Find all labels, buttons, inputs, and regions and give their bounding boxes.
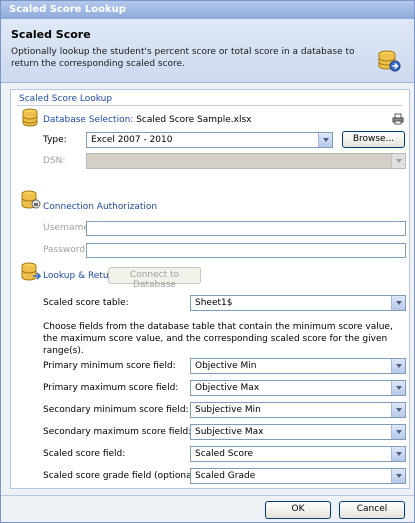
browse-button[interactable]: Browse... [342, 131, 405, 148]
connection-authorization-icon [21, 190, 41, 213]
secondary-maximum-score-label: Secondary maximum score field: [43, 427, 192, 437]
chevron-down-icon[interactable] [391, 425, 405, 439]
chevron-down-icon[interactable] [391, 381, 405, 395]
scaled-score-field-select[interactable]: Scaled Score [190, 446, 406, 462]
ok-button[interactable]: OK [265, 501, 331, 519]
database-icon [377, 49, 401, 76]
type-select[interactable]: Excel 2007 - 2010 [86, 132, 333, 148]
primary-minimum-score-label: Primary minimum score field: [43, 361, 176, 371]
scaled-score-table-label: Scaled score table: [43, 298, 129, 308]
scaled-score-grade-select[interactable]: Scaled Grade [190, 468, 406, 484]
panel-title: Scaled Score Lookup [19, 94, 113, 104]
scaled-score-field-label: Scaled score field: [43, 449, 126, 459]
dsn-label: DSN: [43, 156, 66, 166]
chevron-down-icon[interactable] [318, 133, 332, 147]
dsn-select[interactable] [86, 153, 406, 169]
header-banner: Scaled Score Optionally lookup the stude… [1, 19, 414, 83]
secondary-maximum-score-select[interactable]: Subjective Max [190, 424, 406, 440]
window-title: Scaled Score Lookup [1, 1, 414, 19]
secondary-minimum-score-select[interactable]: Subjective Min [190, 402, 406, 418]
lookup-return-icon [21, 262, 42, 285]
lookup-panel: Scaled Score Lookup Database Selection: … [10, 89, 410, 489]
header-description: Optionally lookup the student's percent … [11, 47, 355, 69]
primary-minimum-score-select[interactable]: Objective Min [190, 358, 406, 374]
connection-authorization-label: Connection Authorization [43, 202, 158, 212]
username-input[interactable] [86, 221, 406, 236]
type-select-value: Excel 2007 - 2010 [91, 135, 173, 145]
password-input[interactable] [86, 243, 406, 258]
secondary-minimum-score-label: Secondary minimum score field: [43, 405, 189, 415]
primary-maximum-score-select[interactable]: Objective Max [190, 380, 406, 396]
scaled-score-table-value: Sheet1$ [195, 298, 233, 308]
chevron-down-icon[interactable] [391, 447, 405, 461]
scaled-score-grade-value: Scaled Grade [195, 471, 256, 481]
print-icon[interactable] [392, 113, 404, 128]
chevron-down-icon[interactable] [391, 359, 405, 373]
scaled-score-table-select[interactable]: Sheet1$ [190, 295, 406, 311]
lookup-return-label: Lookup & Return [43, 271, 118, 281]
chevron-down-icon[interactable] [391, 469, 405, 483]
chevron-down-icon[interactable] [391, 403, 405, 417]
scaled-score-lookup-dialog: Scaled Score Lookup Scaled Score Optiona… [0, 0, 415, 523]
primary-maximum-score-label: Primary maximum score field: [43, 383, 179, 393]
database-file-name: Scaled Score Sample.xlsx [136, 115, 252, 125]
chevron-down-icon[interactable] [391, 296, 405, 310]
type-label: Type: [43, 135, 67, 145]
password-label: Password: [43, 245, 89, 255]
secondary-minimum-score-value: Subjective Min [195, 405, 261, 415]
database-selection-label: Database Selection: Scaled Score Sample.… [43, 115, 252, 125]
primary-minimum-score-value: Objective Min [195, 361, 257, 371]
panel-divider [17, 105, 403, 106]
scaled-score-field-value: Scaled Score [195, 449, 253, 459]
footer-divider [1, 495, 414, 496]
lookup-description: Choose fields from the database table th… [43, 322, 393, 356]
scaled-score-grade-label: Scaled score grade field (optional): [43, 471, 201, 481]
cancel-button[interactable]: Cancel [339, 501, 405, 519]
chevron-down-icon[interactable] [391, 154, 405, 168]
username-label: Username: [43, 223, 92, 233]
connect-to-database-button[interactable]: Connect to Database [108, 267, 201, 290]
database-selection-caption: Database Selection: [43, 115, 134, 125]
header-title: Scaled Score [11, 28, 91, 41]
primary-maximum-score-value: Objective Max [195, 383, 260, 393]
database-selection-icon [21, 108, 39, 131]
secondary-maximum-score-value: Subjective Max [195, 427, 264, 437]
